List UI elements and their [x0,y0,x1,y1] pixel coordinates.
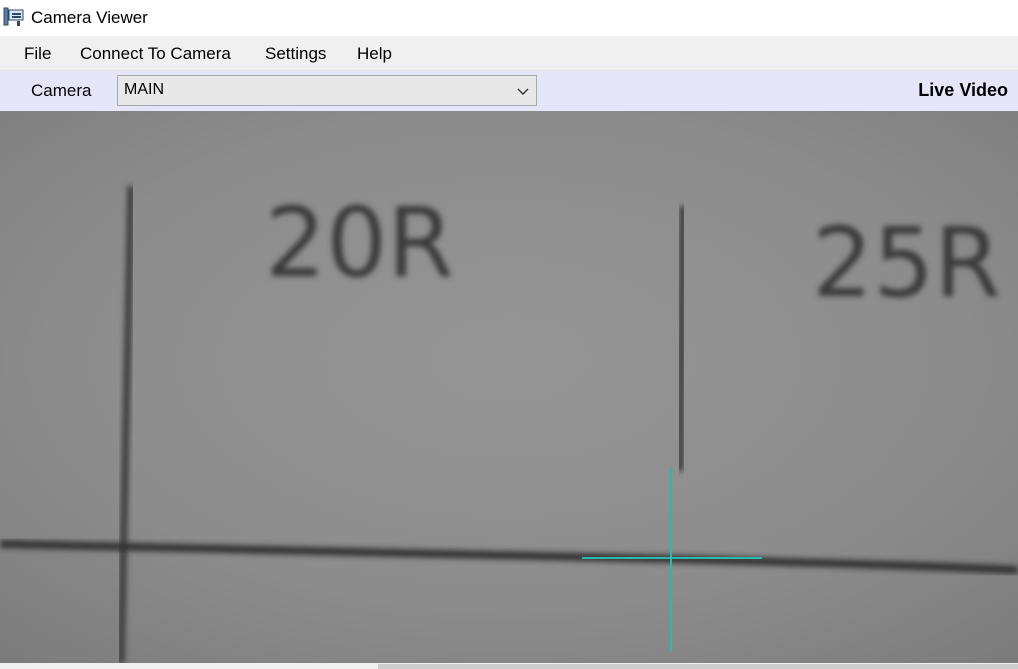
live-video-status: Live Video [918,80,1008,100]
title-bar: Camera Viewer [0,0,1018,36]
menu-bar: File Connect To Camera Settings Help [0,36,1018,71]
menu-file[interactable]: File [24,42,51,65]
scrollbar-thumb[interactable] [378,664,1018,669]
target-label-25r: 25R [812,207,1001,319]
video-background [0,111,1018,663]
video-frame: 20R 25R [0,111,1018,663]
window-title: Camera Viewer [31,8,148,27]
camera-select[interactable]: MAIN [117,75,537,106]
target-vertical-line-right [676,205,687,472]
menu-connect-to-camera[interactable]: Connect To Camera [80,42,231,65]
camera-toolbar: Camera MAIN Live Video [0,71,1018,111]
menu-help[interactable]: Help [357,42,392,65]
target-label-20r: 20R [265,187,454,299]
chevron-down-icon [517,88,529,95]
menu-settings[interactable]: Settings [265,42,326,65]
live-video-feed[interactable]: 20R 25R [0,111,1018,663]
horizontal-scrollbar[interactable] [0,663,1018,669]
camera-label: Camera [31,81,92,100]
camera-viewer-app-icon [3,7,24,26]
camera-select-value: MAIN [124,81,164,98]
